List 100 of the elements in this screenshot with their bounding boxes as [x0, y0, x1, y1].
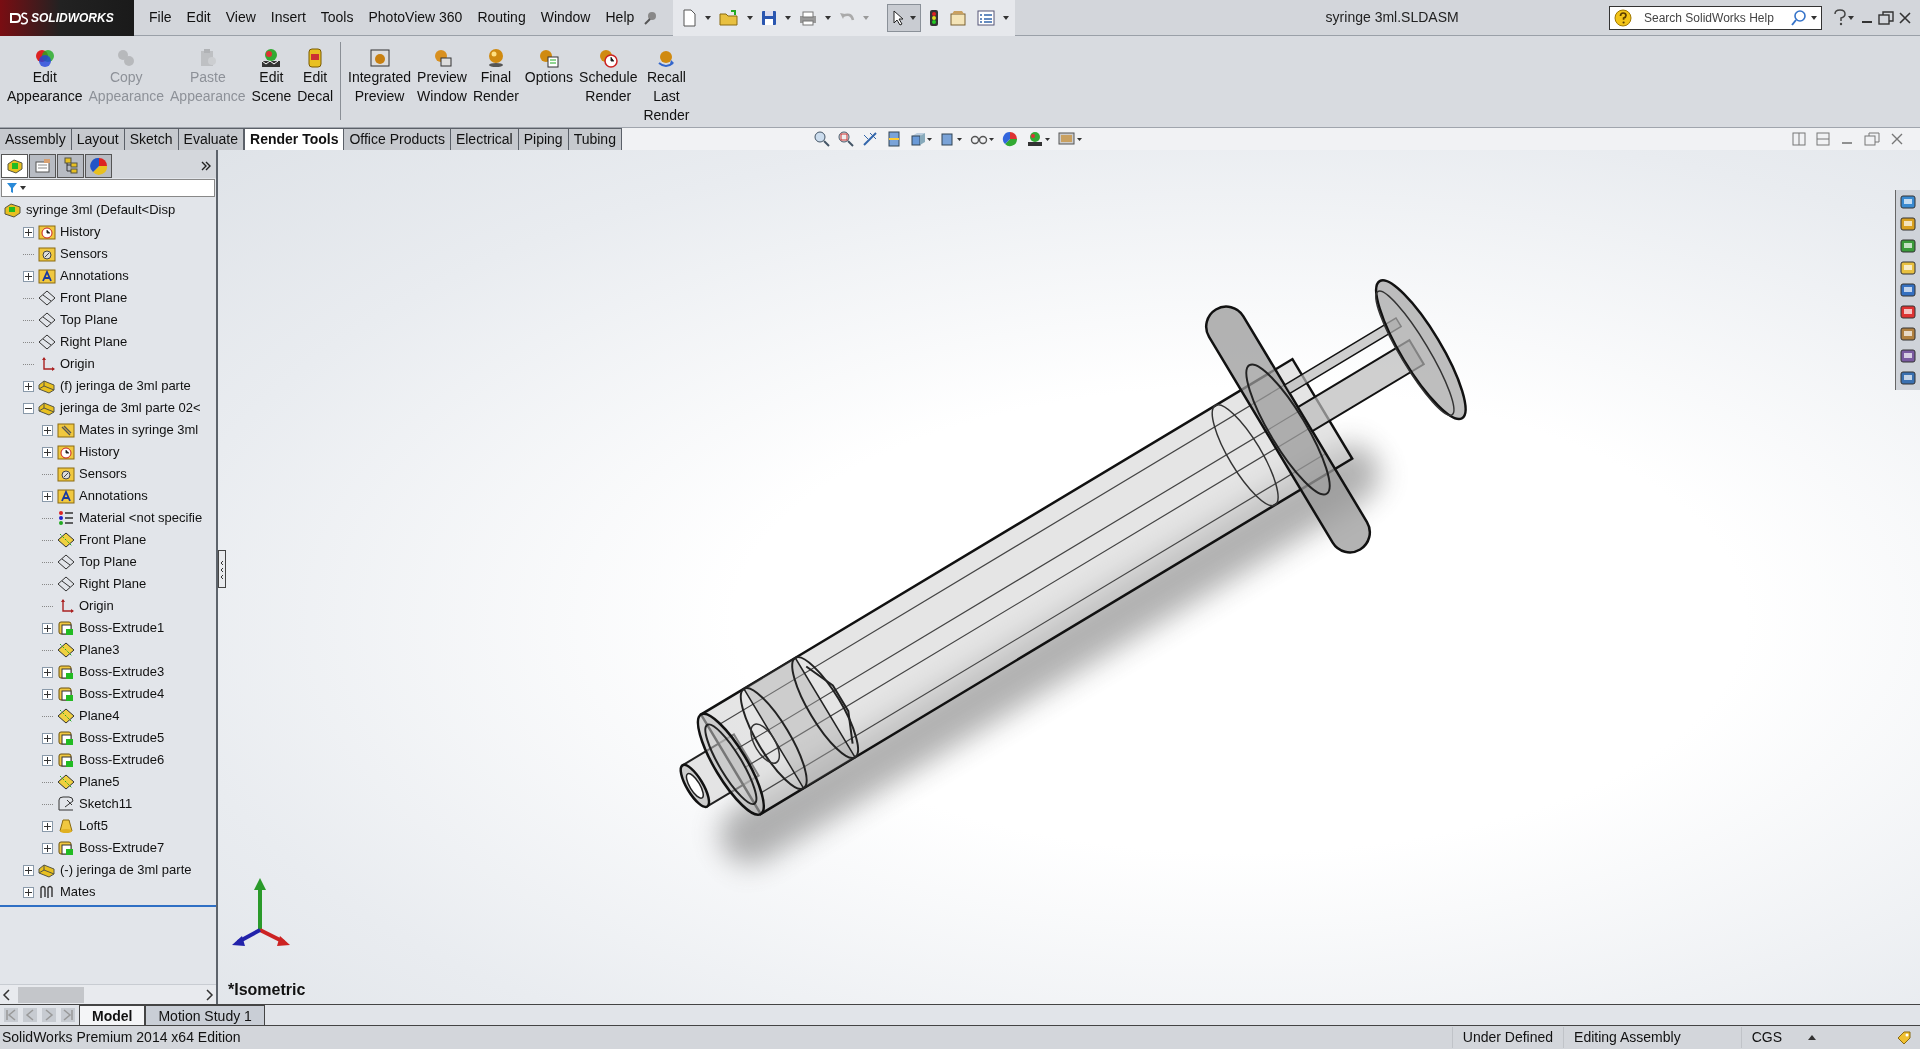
part-icon: [38, 378, 56, 394]
tree-item[interactable]: Origin: [60, 355, 95, 373]
command-tab[interactable]: Sketch: [124, 128, 179, 150]
tree-item[interactable]: Front Plane: [60, 289, 128, 307]
command-tab[interactable]: Electrical: [450, 128, 519, 150]
tree-item[interactable]: Annotations: [79, 487, 148, 505]
menu-item[interactable]: File: [142, 3, 179, 32]
panel-tab[interactable]: [29, 154, 56, 178]
expand-toggle[interactable]: [42, 688, 53, 700]
menu-item[interactable]: Insert: [263, 3, 313, 32]
menu-item[interactable]: Help: [598, 3, 642, 32]
plane-icon: [38, 334, 56, 350]
tree-item[interactable]: Sensors: [79, 465, 127, 483]
expand-toggle[interactable]: [23, 864, 34, 876]
tree-item[interactable]: Plane4: [79, 707, 120, 725]
tree-item[interactable]: syringe 3ml (Default<Disp: [26, 201, 176, 219]
tree-item[interactable]: Annotations: [60, 267, 129, 285]
filter-field[interactable]: [1, 179, 215, 197]
ribbon-button[interactable]: Recall Last Render: [640, 48, 693, 125]
tree-item[interactable]: Boss-Extrude6: [79, 751, 165, 769]
expand-toggle[interactable]: [42, 842, 53, 854]
ribbon-button[interactable]: Schedule Render: [576, 48, 641, 106]
expand-toggle[interactable]: [42, 666, 53, 678]
plus-icon: [44, 448, 51, 456]
zoom-to-area-icon[interactable]: [835, 129, 856, 149]
split-vertical-icon[interactable]: [1790, 130, 1808, 148]
menu-item[interactable]: Routing: [470, 3, 533, 32]
expand-toggle[interactable]: [42, 490, 53, 502]
checklist-icon[interactable]: [975, 7, 998, 28]
tree-item[interactable]: Boss-Extrude1: [79, 619, 165, 637]
expand-toggle[interactable]: [42, 446, 53, 458]
tree-item[interactable]: Right Plane: [60, 333, 128, 351]
view-orientation-label: *Isometric: [228, 980, 306, 1000]
panel-tab[interactable]: [85, 154, 112, 178]
command-tab[interactable]: Render Tools: [244, 128, 345, 150]
expand-toggle[interactable]: [42, 732, 53, 744]
tree-item[interactable]: Loft5: [79, 817, 108, 835]
expand-toggle[interactable]: [23, 270, 34, 282]
ribbon-button[interactable]: Integrated Preview: [345, 48, 415, 106]
panel-tab[interactable]: [1, 154, 28, 178]
tree-item[interactable]: Plane5: [79, 773, 120, 791]
tree-item[interactable]: Top Plane: [60, 311, 118, 329]
search-field[interactable]: Search SolidWorks Help: [1609, 5, 1822, 30]
tree-item[interactable]: Front Plane: [79, 531, 147, 549]
expand-toggle[interactable]: [42, 754, 53, 766]
tree-item[interactable]: Mates in syringe 3ml: [79, 421, 199, 439]
expand-toggle[interactable]: [23, 226, 34, 238]
menu-item[interactable]: PhotoView 360: [361, 3, 470, 32]
panel-tab[interactable]: [57, 154, 84, 178]
collapse-toggle[interactable]: [23, 402, 34, 414]
command-tab[interactable]: Tubing: [568, 128, 622, 150]
tree-item[interactable]: History: [60, 223, 101, 241]
ribbon-button[interactable]: Edit Scene: [248, 48, 295, 106]
model-tab[interactable]: Model: [79, 1005, 146, 1025]
menu-item[interactable]: Window: [533, 3, 598, 32]
ribbon-button[interactable]: Edit Decal: [294, 48, 337, 106]
ribbon-button[interactable]: Options: [521, 48, 577, 87]
select-arrow-button[interactable]: [887, 3, 922, 32]
restore-icon[interactable]: [1876, 8, 1896, 27]
command-tab[interactable]: Piping: [518, 128, 569, 150]
expand-toggle[interactable]: [23, 886, 34, 898]
sketch-icon: [57, 796, 75, 812]
tree-item[interactable]: Origin: [79, 597, 114, 615]
menu-item[interactable]: Edit: [179, 3, 218, 32]
tree-item[interactable]: (-) jeringa de 3ml parte: [60, 861, 192, 879]
split-horizontal-icon[interactable]: [1814, 130, 1832, 148]
tree-item[interactable]: Right Plane: [79, 575, 147, 593]
tree-item[interactable]: Sensors: [60, 245, 108, 263]
tree-item[interactable]: Top Plane: [79, 553, 137, 571]
zoom-to-fit-icon[interactable]: [811, 129, 832, 149]
tree-item[interactable]: Boss-Extrude7: [79, 839, 165, 857]
expand-toggle[interactable]: [23, 380, 34, 392]
model-tab[interactable]: Motion Study 1: [145, 1005, 265, 1025]
chevron-right-icon: [201, 161, 211, 171]
tree-item[interactable]: Plane3: [79, 641, 120, 659]
expand-toggle[interactable]: [42, 622, 53, 634]
ribbon-button[interactable]: Final Render: [469, 48, 522, 106]
tree-item[interactable]: Boss-Extrude4: [79, 685, 165, 703]
command-tab[interactable]: Layout: [71, 128, 125, 150]
ribbon-button[interactable]: Preview Window: [414, 48, 470, 106]
panel-collapse-handle[interactable]: [218, 550, 226, 588]
expand-toggle[interactable]: [42, 424, 53, 436]
tree-item[interactable]: History: [79, 443, 120, 461]
command-tab[interactable]: Evaluate: [178, 128, 245, 150]
search-icon[interactable]: [1791, 8, 1807, 27]
expand-toggle[interactable]: [42, 820, 53, 832]
tree-item[interactable]: Boss-Extrude3: [79, 663, 165, 681]
tree-item[interactable]: Boss-Extrude5: [79, 729, 165, 747]
menu-item[interactable]: Tools: [313, 3, 361, 32]
menu-item[interactable]: View: [218, 3, 263, 32]
tree-item[interactable]: Material <not specifie: [79, 509, 203, 527]
tree-item[interactable]: jeringa de 3ml parte 02<: [60, 399, 201, 417]
tree-item[interactable]: (f) jeringa de 3ml parte: [60, 377, 191, 395]
horizontal-scrollbar[interactable]: [0, 984, 216, 1004]
tree-item[interactable]: Sketch11: [79, 795, 133, 813]
ribbon-button[interactable]: Edit Appearance: [4, 48, 86, 106]
tree-item[interactable]: Mates: [60, 883, 96, 901]
command-tab[interactable]: Office Products: [344, 128, 451, 150]
search-input[interactable]: Search SolidWorks Help: [1636, 8, 1787, 27]
command-tab[interactable]: Assembly: [0, 128, 72, 150]
